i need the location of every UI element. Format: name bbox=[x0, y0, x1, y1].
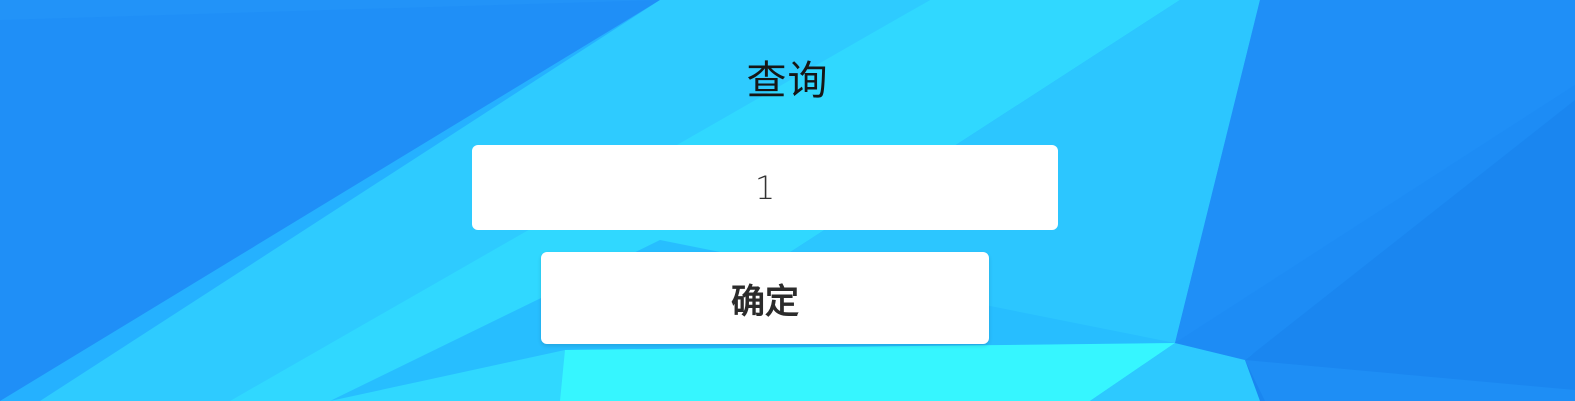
confirm-button[interactable]: 确定 bbox=[541, 252, 989, 344]
page-title: 查询 bbox=[746, 58, 829, 104]
query-panel: 查询 确定 bbox=[0, 0, 1575, 401]
query-input[interactable] bbox=[472, 145, 1058, 230]
